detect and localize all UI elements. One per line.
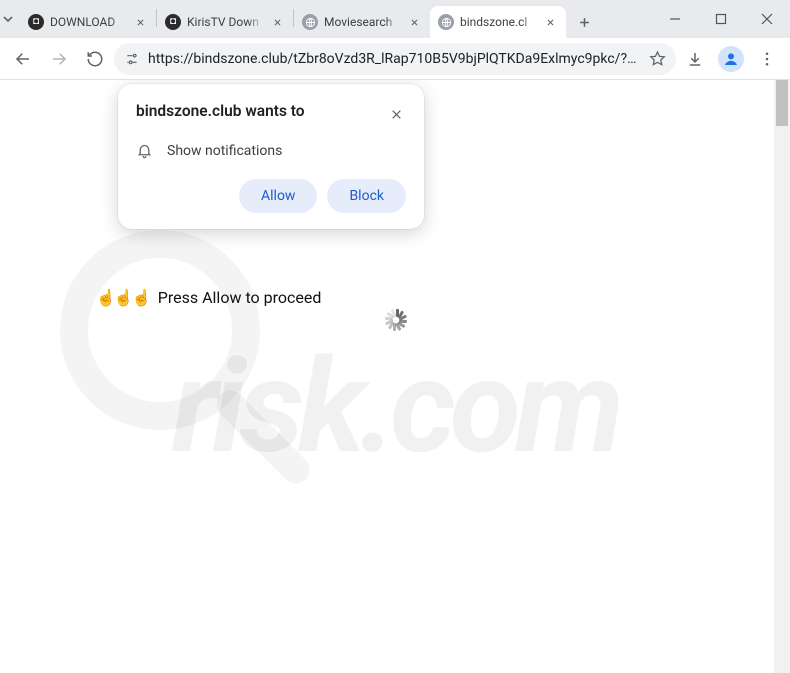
address-bar[interactable]: https://bindszone.club/tZbr8oVzd3R_lRap7… <box>114 43 676 75</box>
profile-avatar[interactable] <box>718 46 744 72</box>
tab-search-chevron[interactable] <box>0 0 16 38</box>
back-button[interactable] <box>6 42 40 76</box>
close-icon[interactable] <box>542 14 558 30</box>
viewport: risk.com ☝☝☝ Press Allow to proceed bind… <box>0 80 790 673</box>
tab-title: bindszone.cl <box>460 15 536 29</box>
watermark-text: risk.com <box>172 330 618 483</box>
close-icon[interactable] <box>269 14 285 30</box>
allow-button[interactable]: Allow <box>239 179 317 213</box>
maximize-button[interactable] <box>698 0 744 38</box>
minimize-button[interactable] <box>652 0 698 38</box>
loading-spinner-icon <box>382 306 410 334</box>
close-icon[interactable] <box>132 14 148 30</box>
new-tab-button[interactable] <box>570 8 598 36</box>
globe-icon <box>438 14 454 30</box>
toolbar: https://bindszone.club/tZbr8oVzd3R_lRap7… <box>0 38 790 80</box>
bookmark-star-icon[interactable] <box>649 50 666 67</box>
block-button[interactable]: Block <box>327 179 406 213</box>
reload-button[interactable] <box>78 42 112 76</box>
url-text: https://bindszone.club/tZbr8oVzd3R_lRap7… <box>148 51 641 67</box>
tab-title: Moviesearch <box>324 15 400 29</box>
downloads-icon[interactable] <box>678 42 712 76</box>
titlebar: ◘ DOWNLOAD ◘ KirisTV Down Moviesearch bi… <box>0 0 790 38</box>
tab-kiristv[interactable]: ◘ KirisTV Down <box>157 6 293 38</box>
tab-download[interactable]: ◘ DOWNLOAD <box>20 6 156 38</box>
tab-title: DOWNLOAD <box>50 15 126 29</box>
globe-icon <box>302 14 318 30</box>
forward-button[interactable] <box>42 42 76 76</box>
site-settings-icon[interactable] <box>124 51 140 67</box>
magnifier-watermark-icon <box>60 230 260 430</box>
permission-item-label: Show notifications <box>167 143 282 159</box>
permission-item: Show notifications <box>136 142 406 159</box>
page-prompt-text: Press Allow to proceed <box>158 288 322 307</box>
close-icon[interactable] <box>406 14 422 30</box>
permission-title: bindszone.club wants to <box>136 102 305 120</box>
kebab-menu-icon[interactable] <box>750 42 784 76</box>
favicon-icon: ◘ <box>165 14 181 30</box>
pointing-up-emoji-icon: ☝☝☝ <box>96 288 150 307</box>
close-icon[interactable] <box>386 104 406 124</box>
scrollbar-thumb[interactable] <box>776 80 788 126</box>
window-controls <box>652 0 790 38</box>
tab-moviesearch[interactable]: Moviesearch <box>294 6 430 38</box>
favicon-icon: ◘ <box>28 14 44 30</box>
notification-permission-dialog: bindszone.club wants to Show notificatio… <box>118 84 424 229</box>
close-window-button[interactable] <box>744 0 790 38</box>
tab-title: KirisTV Down <box>187 15 263 29</box>
vertical-scrollbar[interactable] <box>774 80 790 673</box>
page-prompt: ☝☝☝ Press Allow to proceed <box>96 288 321 307</box>
tab-bindszone[interactable]: bindszone.cl <box>430 6 566 38</box>
bell-icon <box>136 142 153 159</box>
